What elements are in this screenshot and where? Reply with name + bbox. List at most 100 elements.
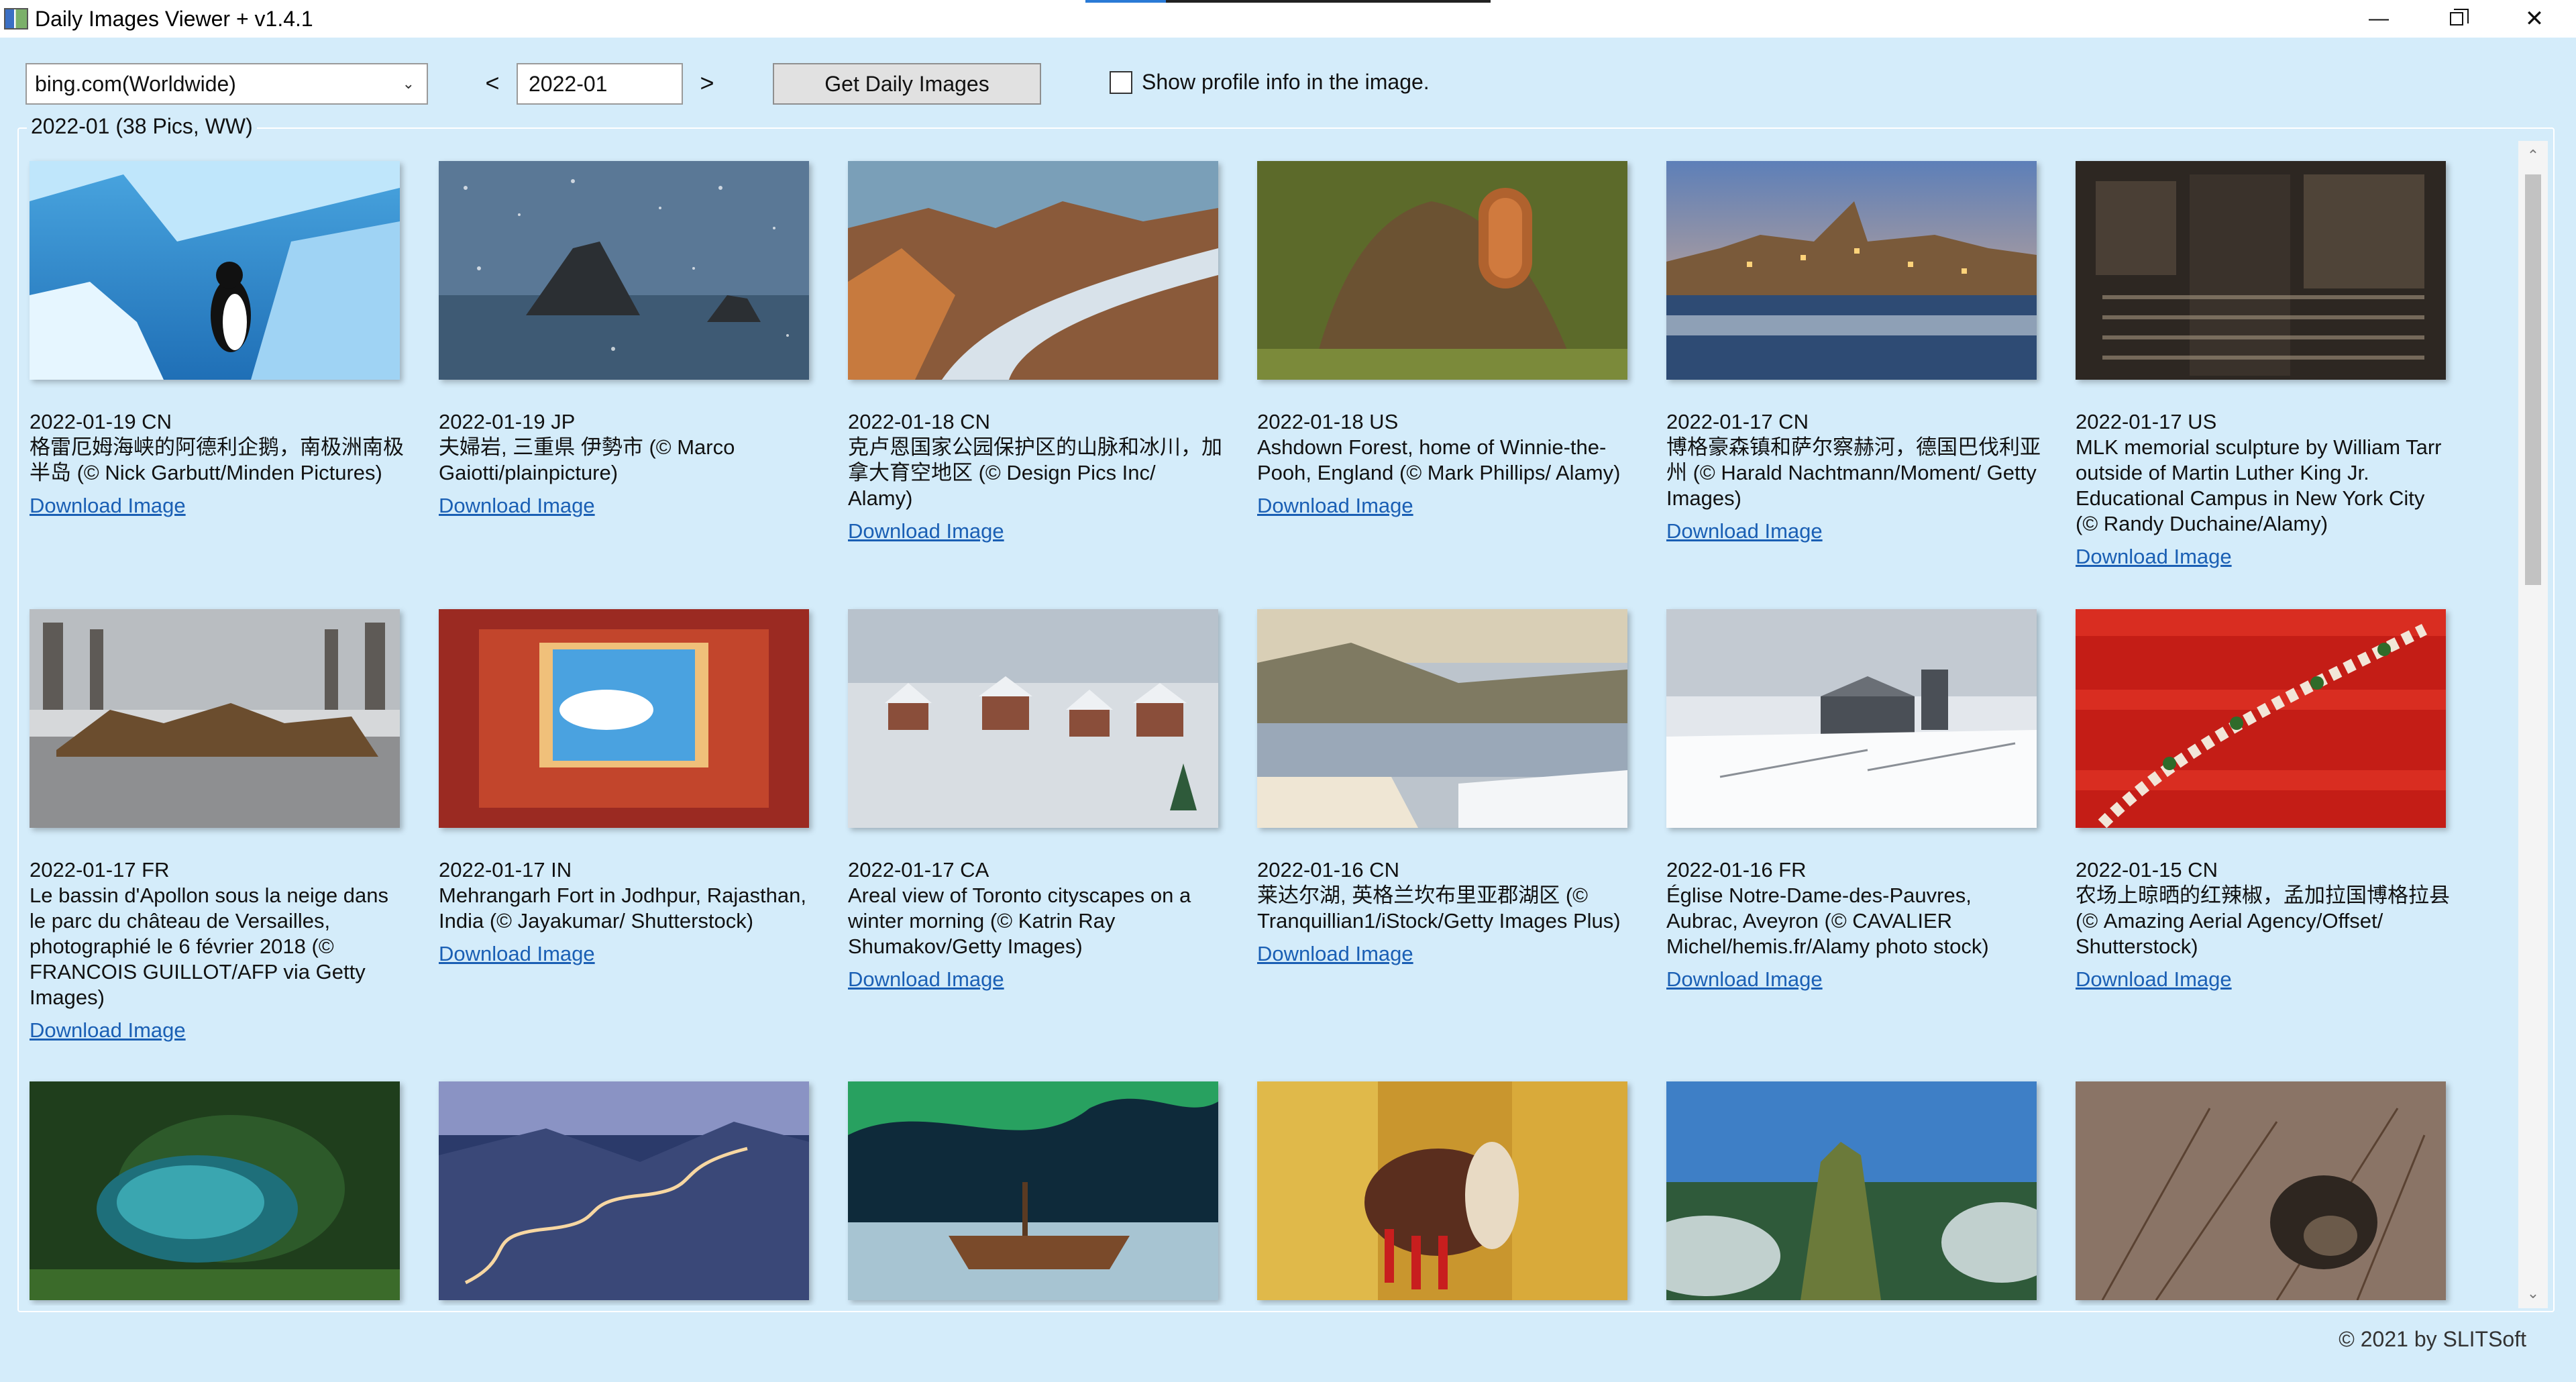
- drummer-thumbnail[interactable]: [1257, 1081, 1627, 1300]
- image-card: 2022-01-17 CA Areal view of Toronto citys…: [848, 609, 1224, 992]
- image-caption: 2022-01-18 US Ashdown Forest, home of Win…: [1257, 409, 1633, 486]
- scrollbar-thumb[interactable]: [2525, 174, 2541, 585]
- minimize-button[interactable]: —: [2340, 0, 2418, 38]
- month-input[interactable]: 2022-01: [517, 63, 683, 105]
- cave-pool-thumbnail[interactable]: [30, 1081, 400, 1300]
- image-description: 博格豪森镇和萨尔察赫河，德国巴伐利亚州 (© Harald Nachtmann/…: [1666, 435, 2041, 510]
- red-chilies-thumbnail[interactable]: [2076, 609, 2446, 828]
- image-description: 克卢恩国家公园保护区的山脉和冰川，加拿大育空地区 (© Design Pics …: [848, 435, 1222, 510]
- image-date: 2022-01-17 CA: [848, 858, 989, 882]
- image-card: 2022-01-16 FR Église Notre-Dame-des-Pauvr…: [1666, 609, 2042, 992]
- download-image-link[interactable]: Download Image: [1257, 942, 1413, 966]
- image-description: Ashdown Forest, home of Winnie-the-Pooh,…: [1257, 435, 1621, 484]
- image-caption: 2022-01-16 CN 莱达尔湖, 英格兰坎布里亚郡湖区 (© Tranqui…: [1257, 857, 1633, 934]
- get-daily-images-button[interactable]: Get Daily Images: [773, 63, 1041, 105]
- fort-courtyard-thumbnail[interactable]: [439, 609, 809, 828]
- download-image-link[interactable]: Download Image: [848, 967, 1004, 992]
- image-card: [848, 1081, 1224, 1300]
- image-caption: 2022-01-17 CN 博格豪森镇和萨尔察赫河，德国巴伐利亚州 (© Hara…: [1666, 409, 2042, 511]
- snowy-town-thumbnail[interactable]: [848, 609, 1218, 828]
- image-date: 2022-01-16 FR: [1666, 858, 1807, 882]
- image-card: 2022-01-19 CN 格雷厄姆海峡的阿德利企鹅，南极洲南极半岛 (© Nic…: [30, 161, 405, 518]
- image-caption: 2022-01-15 CN 农场上晾晒的红辣椒，孟加拉国博格拉县 (© Amazi…: [2076, 857, 2451, 959]
- image-caption: 2022-01-17 US MLK memorial sculpture by W…: [2076, 409, 2451, 537]
- town-river-thumbnail[interactable]: [1666, 161, 2037, 380]
- image-date: 2022-01-19 JP: [439, 410, 576, 433]
- winding-road-thumbnail[interactable]: [439, 1081, 809, 1300]
- image-description: 格雷厄姆海峡的阿德利企鹅，南极洲南极半岛 (© Nick Garbutt/Min…: [30, 435, 404, 484]
- prev-month-button[interactable]: <: [472, 63, 513, 105]
- image-description: Église Notre-Dame-des-Pauvres, Aubrac, A…: [1666, 884, 1989, 958]
- minimize-icon: —: [2369, 7, 2389, 30]
- mountain-peak-thumbnail[interactable]: [1666, 1081, 2037, 1300]
- image-card: [1257, 1081, 1633, 1300]
- image-card: [439, 1081, 814, 1300]
- image-card: 2022-01-19 JP 夫婦岩, 三重県 伊勢市 (© Marco Gaiot…: [439, 161, 814, 518]
- restore-icon: [2450, 9, 2469, 25]
- image-date: 2022-01-15 CN: [2076, 858, 2218, 882]
- next-month-button[interactable]: >: [687, 63, 727, 105]
- close-button[interactable]: ✕: [2496, 0, 2573, 38]
- image-description: 夫婦岩, 三重県 伊勢市 (© Marco Gaiotti/plainpictu…: [439, 435, 735, 484]
- image-card: 2022-01-18 US Ashdown Forest, home of Win…: [1257, 161, 1633, 518]
- download-image-link[interactable]: Download Image: [2076, 545, 2232, 569]
- image-caption: 2022-01-19 CN 格雷厄姆海峡的阿德利企鹅，南极洲南极半岛 (© Nic…: [30, 409, 405, 486]
- image-card: 2022-01-16 CN 莱达尔湖, 英格兰坎布里亚郡湖区 (© Tranqui…: [1257, 609, 1633, 966]
- tree-door-thumbnail[interactable]: [1257, 161, 1627, 380]
- image-card: 2022-01-17 FR Le bassin d'Apollon sous la…: [30, 609, 405, 1043]
- image-card: 2022-01-18 CN 克卢恩国家公园保护区的山脉和冰川，加拿大育空地区 (©…: [848, 161, 1224, 543]
- image-caption: 2022-01-16 FR Église Notre-Dame-des-Pauvr…: [1666, 857, 2042, 959]
- glacier-thumbnail[interactable]: [848, 161, 1218, 380]
- image-card: 2022-01-17 CN 博格豪森镇和萨尔察赫河，德国巴伐利亚州 (© Hara…: [1666, 161, 2042, 543]
- download-image-link[interactable]: Download Image: [2076, 967, 2232, 992]
- window-title: Daily Images Viewer + v1.4.1: [35, 6, 313, 31]
- download-image-link[interactable]: Download Image: [1666, 519, 1823, 543]
- aurora-ship-thumbnail[interactable]: [848, 1081, 1218, 1300]
- lake-thumbnail[interactable]: [1257, 609, 1627, 828]
- sculpture-thumbnail[interactable]: [2076, 161, 2446, 380]
- source-select-value: bing.com(Worldwide): [35, 72, 236, 96]
- image-description: 莱达尔湖, 英格兰坎布里亚郡湖区 (© Tranquillian1/iStock…: [1257, 884, 1621, 933]
- image-description: Areal view of Toronto cityscapes on a wi…: [848, 884, 1191, 958]
- download-image-link[interactable]: Download Image: [30, 1018, 186, 1043]
- image-date: 2022-01-17 CN: [1666, 410, 1809, 433]
- image-date: 2022-01-18 CN: [848, 410, 990, 433]
- title-accent: [1085, 0, 1491, 3]
- image-card: 2022-01-17 IN Mehrangarh Fort in Jodhpur,…: [439, 609, 814, 966]
- vertical-scrollbar[interactable]: ⌃ ⌄: [2518, 141, 2548, 1308]
- scroll-up-icon[interactable]: ⌃: [2518, 141, 2548, 170]
- scroll-down-icon[interactable]: ⌄: [2518, 1279, 2548, 1308]
- download-image-link[interactable]: Download Image: [1666, 967, 1823, 992]
- image-date: 2022-01-16 CN: [1257, 858, 1399, 882]
- copyright-footer: © 2021 by SLITSoft: [2339, 1327, 2526, 1351]
- image-caption: 2022-01-19 JP 夫婦岩, 三重県 伊勢市 (© Marco Gaiot…: [439, 409, 814, 486]
- church-snow-thumbnail[interactable]: [1666, 609, 2037, 828]
- download-image-link[interactable]: Download Image: [439, 942, 595, 966]
- image-caption: 2022-01-17 CA Areal view of Toronto citys…: [848, 857, 1224, 959]
- chevron-down-icon: ⌄: [402, 75, 415, 92]
- source-select[interactable]: bing.com(Worldwide) ⌄: [25, 63, 428, 105]
- rocks-snow-thumbnail[interactable]: [439, 161, 809, 380]
- image-date: 2022-01-17 IN: [439, 858, 572, 882]
- image-caption: 2022-01-17 FR Le bassin d'Apollon sous la…: [30, 857, 405, 1010]
- image-date: 2022-01-17 US: [2076, 410, 2217, 433]
- title-bar: Daily Images Viewer + v1.4.1 — ✕: [0, 0, 2576, 38]
- download-image-link[interactable]: Download Image: [30, 494, 186, 518]
- image-caption: 2022-01-17 IN Mehrangarh Fort in Jodhpur,…: [439, 857, 814, 934]
- image-caption: 2022-01-18 CN 克卢恩国家公园保护区的山脉和冰川，加拿大育空地区 (©…: [848, 409, 1224, 511]
- profile-info-label: Show profile info in the image.: [1142, 70, 1430, 94]
- image-date: 2022-01-17 FR: [30, 858, 170, 882]
- download-image-link[interactable]: Download Image: [848, 519, 1004, 543]
- download-image-link[interactable]: Download Image: [439, 494, 595, 518]
- image-card: [2076, 1081, 2451, 1300]
- image-card: [1666, 1081, 2042, 1300]
- fountain-snow-thumbnail[interactable]: [30, 609, 400, 828]
- image-card: 2022-01-17 US MLK memorial sculpture by W…: [2076, 161, 2451, 569]
- maximize-button[interactable]: [2418, 0, 2496, 38]
- download-image-link[interactable]: Download Image: [1257, 494, 1413, 518]
- image-description: Le bassin d'Apollon sous la neige dans l…: [30, 884, 389, 1009]
- profile-info-checkbox[interactable]: [1110, 71, 1132, 94]
- penguin-ice-thumbnail[interactable]: [30, 161, 400, 380]
- image-date: 2022-01-18 US: [1257, 410, 1399, 433]
- porcupine-thumbnail[interactable]: [2076, 1081, 2446, 1300]
